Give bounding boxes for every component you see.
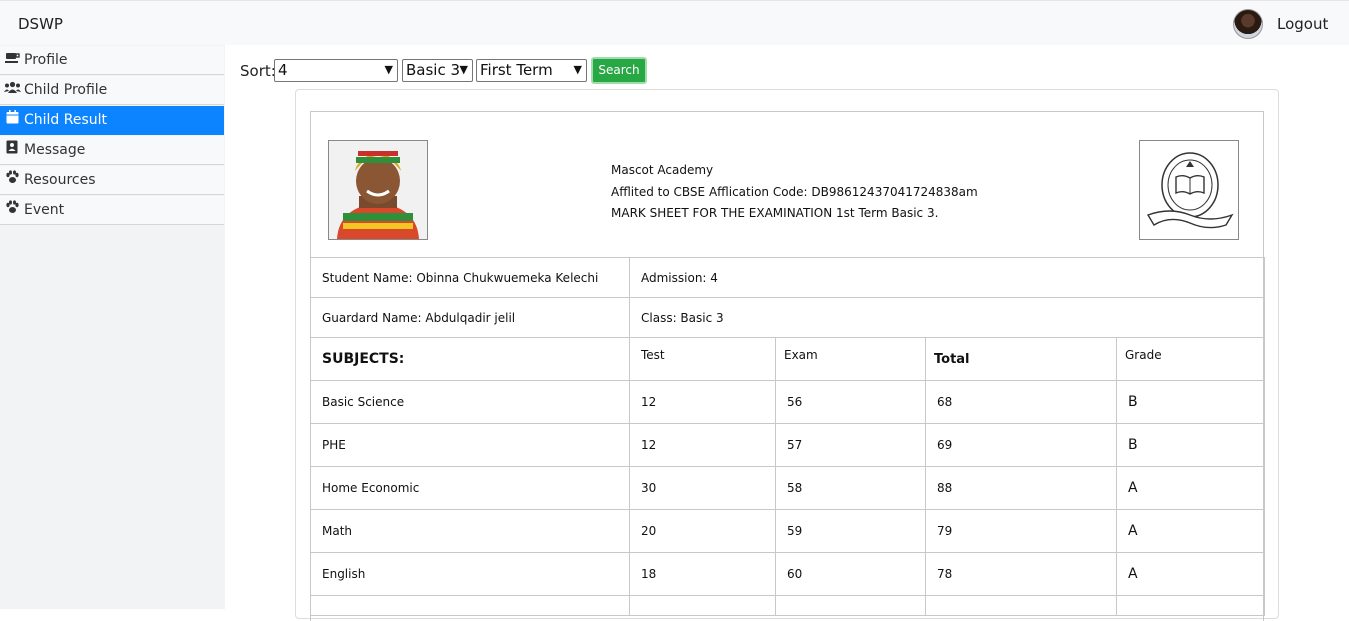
- subject-cell: Home Economic: [310, 466, 630, 510]
- school-name: Mascot Academy: [611, 163, 714, 177]
- subject-cell: PHE: [310, 423, 630, 467]
- logout-link[interactable]: Logout: [1277, 15, 1328, 33]
- sidebar-item-message[interactable]: Message: [0, 136, 224, 165]
- paw-icon: [4, 196, 20, 225]
- total-cell: 69: [925, 423, 1117, 467]
- subject-cell: English: [310, 552, 630, 596]
- sidebar-item-resources[interactable]: Resources: [0, 166, 224, 195]
- total-cell: 79: [925, 509, 1117, 553]
- search-button[interactable]: Search: [591, 57, 647, 84]
- sidebar-item-profile[interactable]: Profile: [0, 46, 224, 75]
- exam-header: Exam: [775, 337, 926, 381]
- coffee-icon: [4, 46, 20, 75]
- exam-cell: 60: [775, 552, 926, 596]
- test-cell: 30: [629, 466, 776, 510]
- sidebar: Profile Child Profile Child Result Messa…: [0, 45, 225, 609]
- sidebar-item-label: Event: [24, 202, 65, 218]
- table-row: Math 20 59 79 A: [310, 509, 1265, 553]
- class-select[interactable]: Basic 3 ▼: [402, 59, 473, 82]
- guardian-name: Guardard Name: Abdulqadir jelil: [310, 297, 630, 338]
- class-name: Class: Basic 3: [629, 297, 1265, 338]
- test-cell: 12: [629, 380, 776, 424]
- paw-icon: [4, 166, 20, 195]
- test-header: Test: [629, 337, 776, 381]
- admission-select[interactable]: 4 ▼: [274, 59, 398, 82]
- top-navbar: DSWP Logout: [0, 0, 1349, 45]
- exam-cell: 57: [775, 423, 926, 467]
- term-select-value: First Term: [480, 61, 553, 79]
- contact-book-icon: [4, 136, 20, 165]
- table-header-row: SUBJECTS: Test Exam Total Grade: [310, 337, 1265, 381]
- sidebar-item-label: Message: [24, 142, 86, 158]
- grade-cell: [1116, 595, 1265, 616]
- chevron-down-icon: ▼: [459, 63, 468, 76]
- chevron-down-icon: ▼: [573, 63, 582, 76]
- test-cell: 18: [629, 552, 776, 596]
- users-icon: [4, 76, 21, 105]
- sidebar-item-label: Child Profile: [24, 82, 108, 98]
- brand-name[interactable]: DSWP: [18, 15, 63, 33]
- total-cell: 68: [925, 380, 1117, 424]
- table-row: PHE 12 57 69 B: [310, 423, 1265, 467]
- mark-sheet-title: MARK SHEET FOR THE EXAMINATION 1st Term …: [611, 206, 939, 220]
- grade-cell: A: [1116, 552, 1265, 596]
- class-select-value: Basic 3: [406, 61, 461, 79]
- subject-cell: [310, 595, 630, 616]
- grade-cell: A: [1116, 509, 1265, 553]
- table-row: Home Economic 30 58 88 A: [310, 466, 1265, 510]
- total-header: Total: [925, 337, 1117, 381]
- calendar-icon: [4, 106, 20, 135]
- sidebar-item-label: Resources: [24, 172, 96, 188]
- test-cell: [629, 595, 776, 616]
- grade-cell: B: [1116, 380, 1265, 424]
- subject-cell: Math: [310, 509, 630, 553]
- exam-cell: 59: [775, 509, 926, 553]
- sidebar-item-child-result[interactable]: Child Result: [0, 106, 224, 135]
- exam-cell: 56: [775, 380, 926, 424]
- student-name: Student Name: Obinna Chukwuemeka Kelechi: [310, 257, 630, 298]
- sidebar-item-child-profile[interactable]: Child Profile: [0, 76, 224, 105]
- test-cell: 20: [629, 509, 776, 553]
- grade-cell: A: [1116, 466, 1265, 510]
- admission-select-value: 4: [278, 61, 288, 79]
- table-row: [310, 595, 1265, 616]
- result-table: Student Name: Obinna Chukwuemeka Kelechi…: [310, 257, 1265, 616]
- table-row: English 18 60 78 A: [310, 552, 1265, 596]
- test-cell: 12: [629, 423, 776, 467]
- guardian-info-row: Guardard Name: Abdulqadir jelil Class: B…: [310, 297, 1265, 338]
- term-select[interactable]: First Term ▼: [476, 59, 587, 82]
- school-crest-icon: [1146, 152, 1234, 229]
- exam-cell: [775, 595, 926, 616]
- subjects-header: SUBJECTS:: [310, 337, 630, 381]
- school-logo: [1139, 140, 1239, 240]
- total-cell: 78: [925, 552, 1117, 596]
- exam-cell: 58: [775, 466, 926, 510]
- sidebar-item-event[interactable]: Event: [0, 196, 224, 225]
- affiliation-text: Afflited to CBSE Afflication Code: DB986…: [611, 185, 978, 199]
- grade-cell: B: [1116, 423, 1265, 467]
- total-cell: 88: [925, 466, 1117, 510]
- student-info-row: Student Name: Obinna Chukwuemeka Kelechi…: [310, 257, 1265, 298]
- grade-header: Grade: [1116, 337, 1265, 381]
- student-photo: [328, 140, 428, 240]
- sidebar-item-label: Child Result: [24, 112, 108, 128]
- table-row: Basic Science 12 56 68 B: [310, 380, 1265, 424]
- user-avatar[interactable]: [1233, 9, 1263, 39]
- chevron-down-icon: ▼: [384, 63, 393, 76]
- sort-label: Sort:: [240, 62, 276, 80]
- total-cell: [925, 595, 1117, 616]
- admission-number: Admission: 4: [629, 257, 1265, 298]
- subject-cell: Basic Science: [310, 380, 630, 424]
- sidebar-item-label: Profile: [24, 52, 68, 68]
